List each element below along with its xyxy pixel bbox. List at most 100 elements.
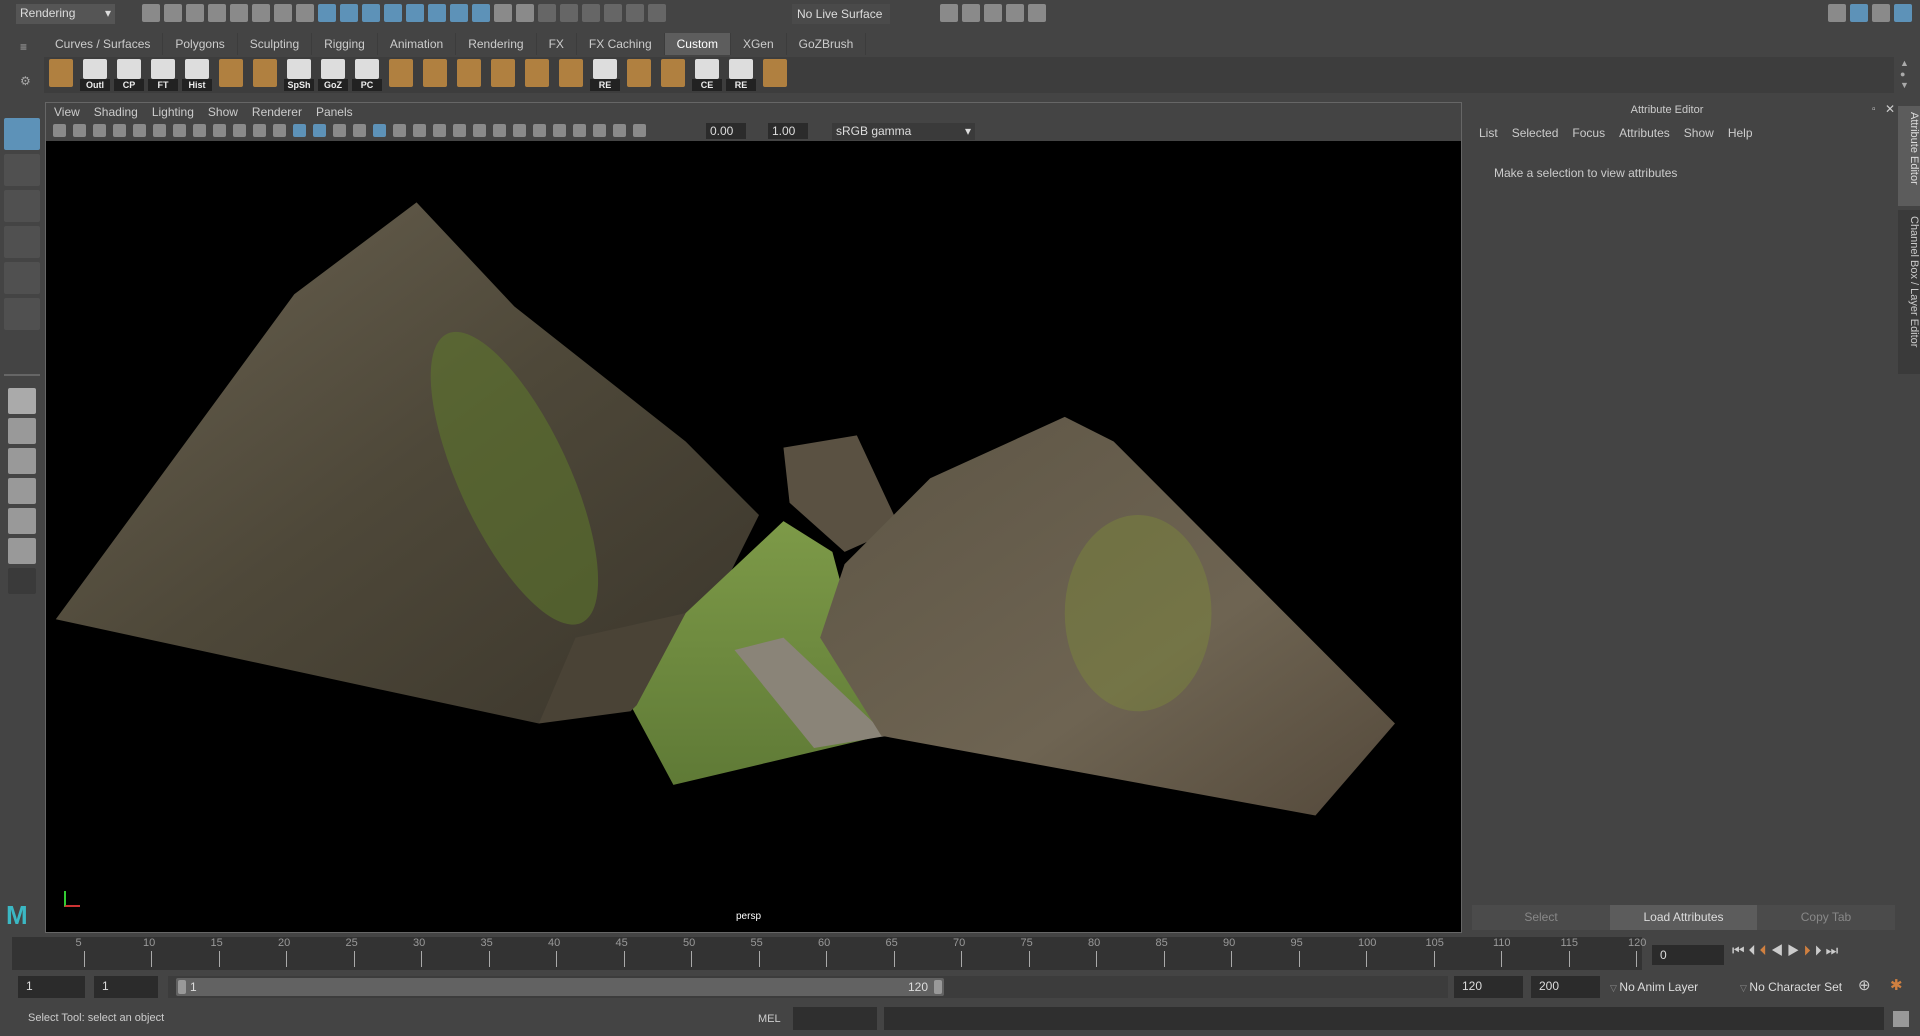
- rotate-tool[interactable]: [4, 262, 40, 294]
- shelf-button-layer-a[interactable]: [216, 59, 246, 91]
- anim-layer-dropdown[interactable]: ▽ No Anim Layer: [1606, 976, 1716, 998]
- viewport-tool-23-icon[interactable]: [513, 124, 526, 138]
- undo-icon[interactable]: [208, 4, 226, 22]
- copy-tab-button[interactable]: Copy Tab: [1757, 905, 1895, 930]
- sym2-icon[interactable]: [560, 4, 578, 22]
- viewport-tool-8-icon[interactable]: [213, 124, 226, 138]
- shelf-button-goz[interactable]: GoZ: [318, 59, 348, 91]
- layout-graph[interactable]: [8, 478, 36, 504]
- shelf-scroll[interactable]: ▲ ● ▼: [1900, 58, 1909, 91]
- step-back-icon[interactable]: ⏴: [1749, 942, 1760, 958]
- viewport-menu-panels[interactable]: Panels: [316, 105, 353, 119]
- shelf-button-paint[interactable]: [46, 59, 76, 91]
- workspace-1-icon[interactable]: [1828, 4, 1846, 22]
- playback-end-field[interactable]: 120: [1454, 976, 1523, 998]
- select-component-icon[interactable]: [296, 4, 314, 22]
- redo-icon[interactable]: [230, 4, 248, 22]
- viewport-menu-shading[interactable]: Shading: [94, 105, 138, 119]
- layout-more[interactable]: [8, 568, 36, 594]
- layout-single[interactable]: [8, 388, 36, 414]
- snap-surface-icon[interactable]: [406, 4, 424, 22]
- viewport-tool-22-icon[interactable]: [493, 124, 506, 138]
- select-object-icon[interactable]: [274, 4, 292, 22]
- side-tab-channel-box[interactable]: Channel Box / Layer Editor: [1898, 210, 1920, 374]
- shelf-button-node-a[interactable]: [420, 59, 450, 91]
- step-forward-icon[interactable]: ⏵: [1815, 942, 1826, 958]
- shelf-tab[interactable]: Sculpting: [238, 33, 313, 55]
- float-icon[interactable]: ▫: [1872, 104, 1876, 115]
- viewport-tool-21-icon[interactable]: [473, 124, 486, 138]
- snap-curve-icon[interactable]: [340, 4, 358, 22]
- shelf-tab[interactable]: Rigging: [312, 33, 378, 55]
- lasso-tool[interactable]: [4, 154, 40, 186]
- viewport-tool-3-icon[interactable]: [113, 124, 126, 138]
- shelf-button-stamp[interactable]: [624, 59, 654, 91]
- preferences-icon[interactable]: ✱: [1890, 976, 1903, 994]
- viewport-tool-5-icon[interactable]: [153, 124, 166, 138]
- shelf-button-layer-b[interactable]: [250, 59, 280, 91]
- shelf-button-outliner[interactable]: Outl: [80, 59, 110, 91]
- snap-plane-icon[interactable]: [384, 4, 402, 22]
- viewport-tool-2-icon[interactable]: [93, 124, 106, 138]
- shelf-tab[interactable]: GoZBrush: [787, 33, 867, 55]
- layout-custom[interactable]: [8, 538, 36, 564]
- character-set-dropdown[interactable]: ▽ No Character Set: [1736, 976, 1848, 998]
- mode-dropdown[interactable]: Rendering ▾: [16, 4, 115, 24]
- shelf-button-ft[interactable]: FT: [148, 59, 178, 91]
- viewport-tool-26-icon[interactable]: [573, 124, 586, 138]
- shelf-button-cp[interactable]: CP: [114, 59, 144, 91]
- viewport-tool-27-icon[interactable]: [593, 124, 606, 138]
- sym6-icon[interactable]: [648, 4, 666, 22]
- viewport-tool-16-icon[interactable]: [373, 124, 386, 138]
- go-to-end-icon[interactable]: ⏭: [1826, 942, 1843, 958]
- select-hierarchy-icon[interactable]: [252, 4, 270, 22]
- command-input[interactable]: [793, 1007, 877, 1030]
- lock-icon[interactable]: [494, 4, 512, 22]
- shelf-tab[interactable]: Polygons: [163, 33, 238, 55]
- open-scene-icon[interactable]: [164, 4, 182, 22]
- auto-key-icon[interactable]: ⊕: [1858, 976, 1871, 994]
- shelf-button-cleanup[interactable]: [760, 59, 790, 91]
- range-slider[interactable]: 1 120: [176, 978, 944, 996]
- viewport-menu-view[interactable]: View: [54, 105, 80, 119]
- live-surface-field[interactable]: No Live Surface: [792, 4, 890, 24]
- ae-menu-list[interactable]: List: [1479, 126, 1498, 140]
- select-lock-icon[interactable]: [516, 4, 534, 22]
- viewport-menu-show[interactable]: Show: [208, 105, 238, 119]
- viewport-tool-11-icon[interactable]: [273, 124, 286, 138]
- shelf-tab[interactable]: Curves / Surfaces: [43, 33, 164, 55]
- viewport-tool-17-icon[interactable]: [393, 124, 406, 138]
- sym4-icon[interactable]: [604, 4, 622, 22]
- close-icon[interactable]: ✕: [1885, 102, 1895, 116]
- shelf-button-blocks[interactable]: [658, 59, 688, 91]
- viewport-tool-4-icon[interactable]: [133, 124, 146, 138]
- ipr-render-icon[interactable]: [984, 4, 1002, 22]
- save-scene-icon[interactable]: [186, 4, 204, 22]
- select-tool[interactable]: [4, 118, 40, 150]
- prev-key-icon[interactable]: ⏴: [1760, 942, 1771, 958]
- time-slider[interactable]: 5 10 15 20 25 30 35 40 45 50 55 60 65 70 75 80 85 90 95 100…: [12, 937, 1646, 970]
- select-button[interactable]: Select: [1472, 905, 1610, 930]
- shelf-button-folder-re2[interactable]: RE: [726, 59, 756, 91]
- viewport-tool-12-icon[interactable]: [293, 124, 306, 138]
- command-language[interactable]: MEL: [758, 1013, 781, 1025]
- shelf-button-folder-re[interactable]: RE: [590, 59, 620, 91]
- sym3-icon[interactable]: [582, 4, 600, 22]
- layout-hypershade[interactable]: [8, 508, 36, 534]
- go-to-start-icon[interactable]: ⏮: [1732, 942, 1749, 958]
- shelf-button-checker[interactable]: [386, 59, 416, 91]
- shelf-button-link-c[interactable]: [522, 59, 552, 91]
- shelf-button-pc[interactable]: PC: [352, 59, 382, 91]
- layout-four[interactable]: [8, 418, 36, 444]
- range-end-handle[interactable]: [934, 980, 942, 994]
- gamma-field[interactable]: 1.00: [768, 123, 808, 139]
- hypershade-icon[interactable]: [1028, 4, 1046, 22]
- scale-tool[interactable]: [4, 298, 40, 330]
- render-frame-icon[interactable]: [962, 4, 980, 22]
- shelf-button-ce[interactable]: CE: [692, 59, 722, 91]
- snap-point-icon[interactable]: [362, 4, 380, 22]
- ae-menu-attributes[interactable]: Attributes: [1619, 126, 1670, 140]
- shelf-tab[interactable]: FX Caching: [577, 33, 665, 55]
- shelf-menu-icon[interactable]: ≡: [20, 40, 27, 54]
- layout-outliner[interactable]: [8, 448, 36, 474]
